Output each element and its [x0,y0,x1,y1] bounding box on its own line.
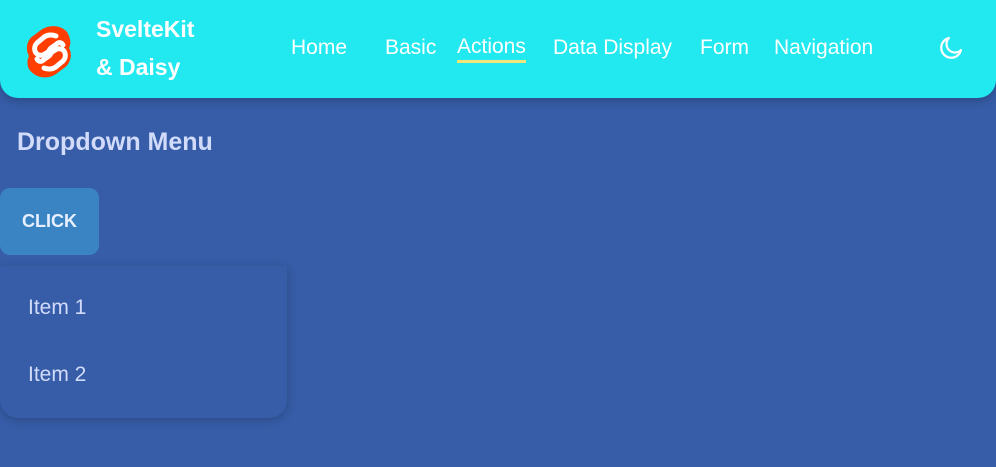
navbar: SvelteKit & Daisy Home Basic Actions Dat… [0,0,996,98]
page-title: Dropdown Menu [17,128,213,156]
dropdown-trigger-button[interactable]: CLICK [0,188,99,255]
nav-links: Home Basic Actions Data Display Form Nav… [0,0,996,98]
nav-item-home[interactable]: Home [291,33,347,63]
nav-item-actions[interactable]: Actions [457,33,526,63]
dropdown-menu: Item 1 Item 2 [0,266,287,418]
dropdown-item-2[interactable]: Item 2 [0,347,287,403]
nav-item-navigation[interactable]: Navigation [774,33,873,63]
nav-item-form[interactable]: Form [700,33,749,63]
nav-item-data-display[interactable]: Data Display [553,33,672,63]
dropdown-item-1[interactable]: Item 1 [0,280,287,336]
nav-item-basic[interactable]: Basic [385,33,436,63]
moon-icon[interactable] [937,34,965,62]
